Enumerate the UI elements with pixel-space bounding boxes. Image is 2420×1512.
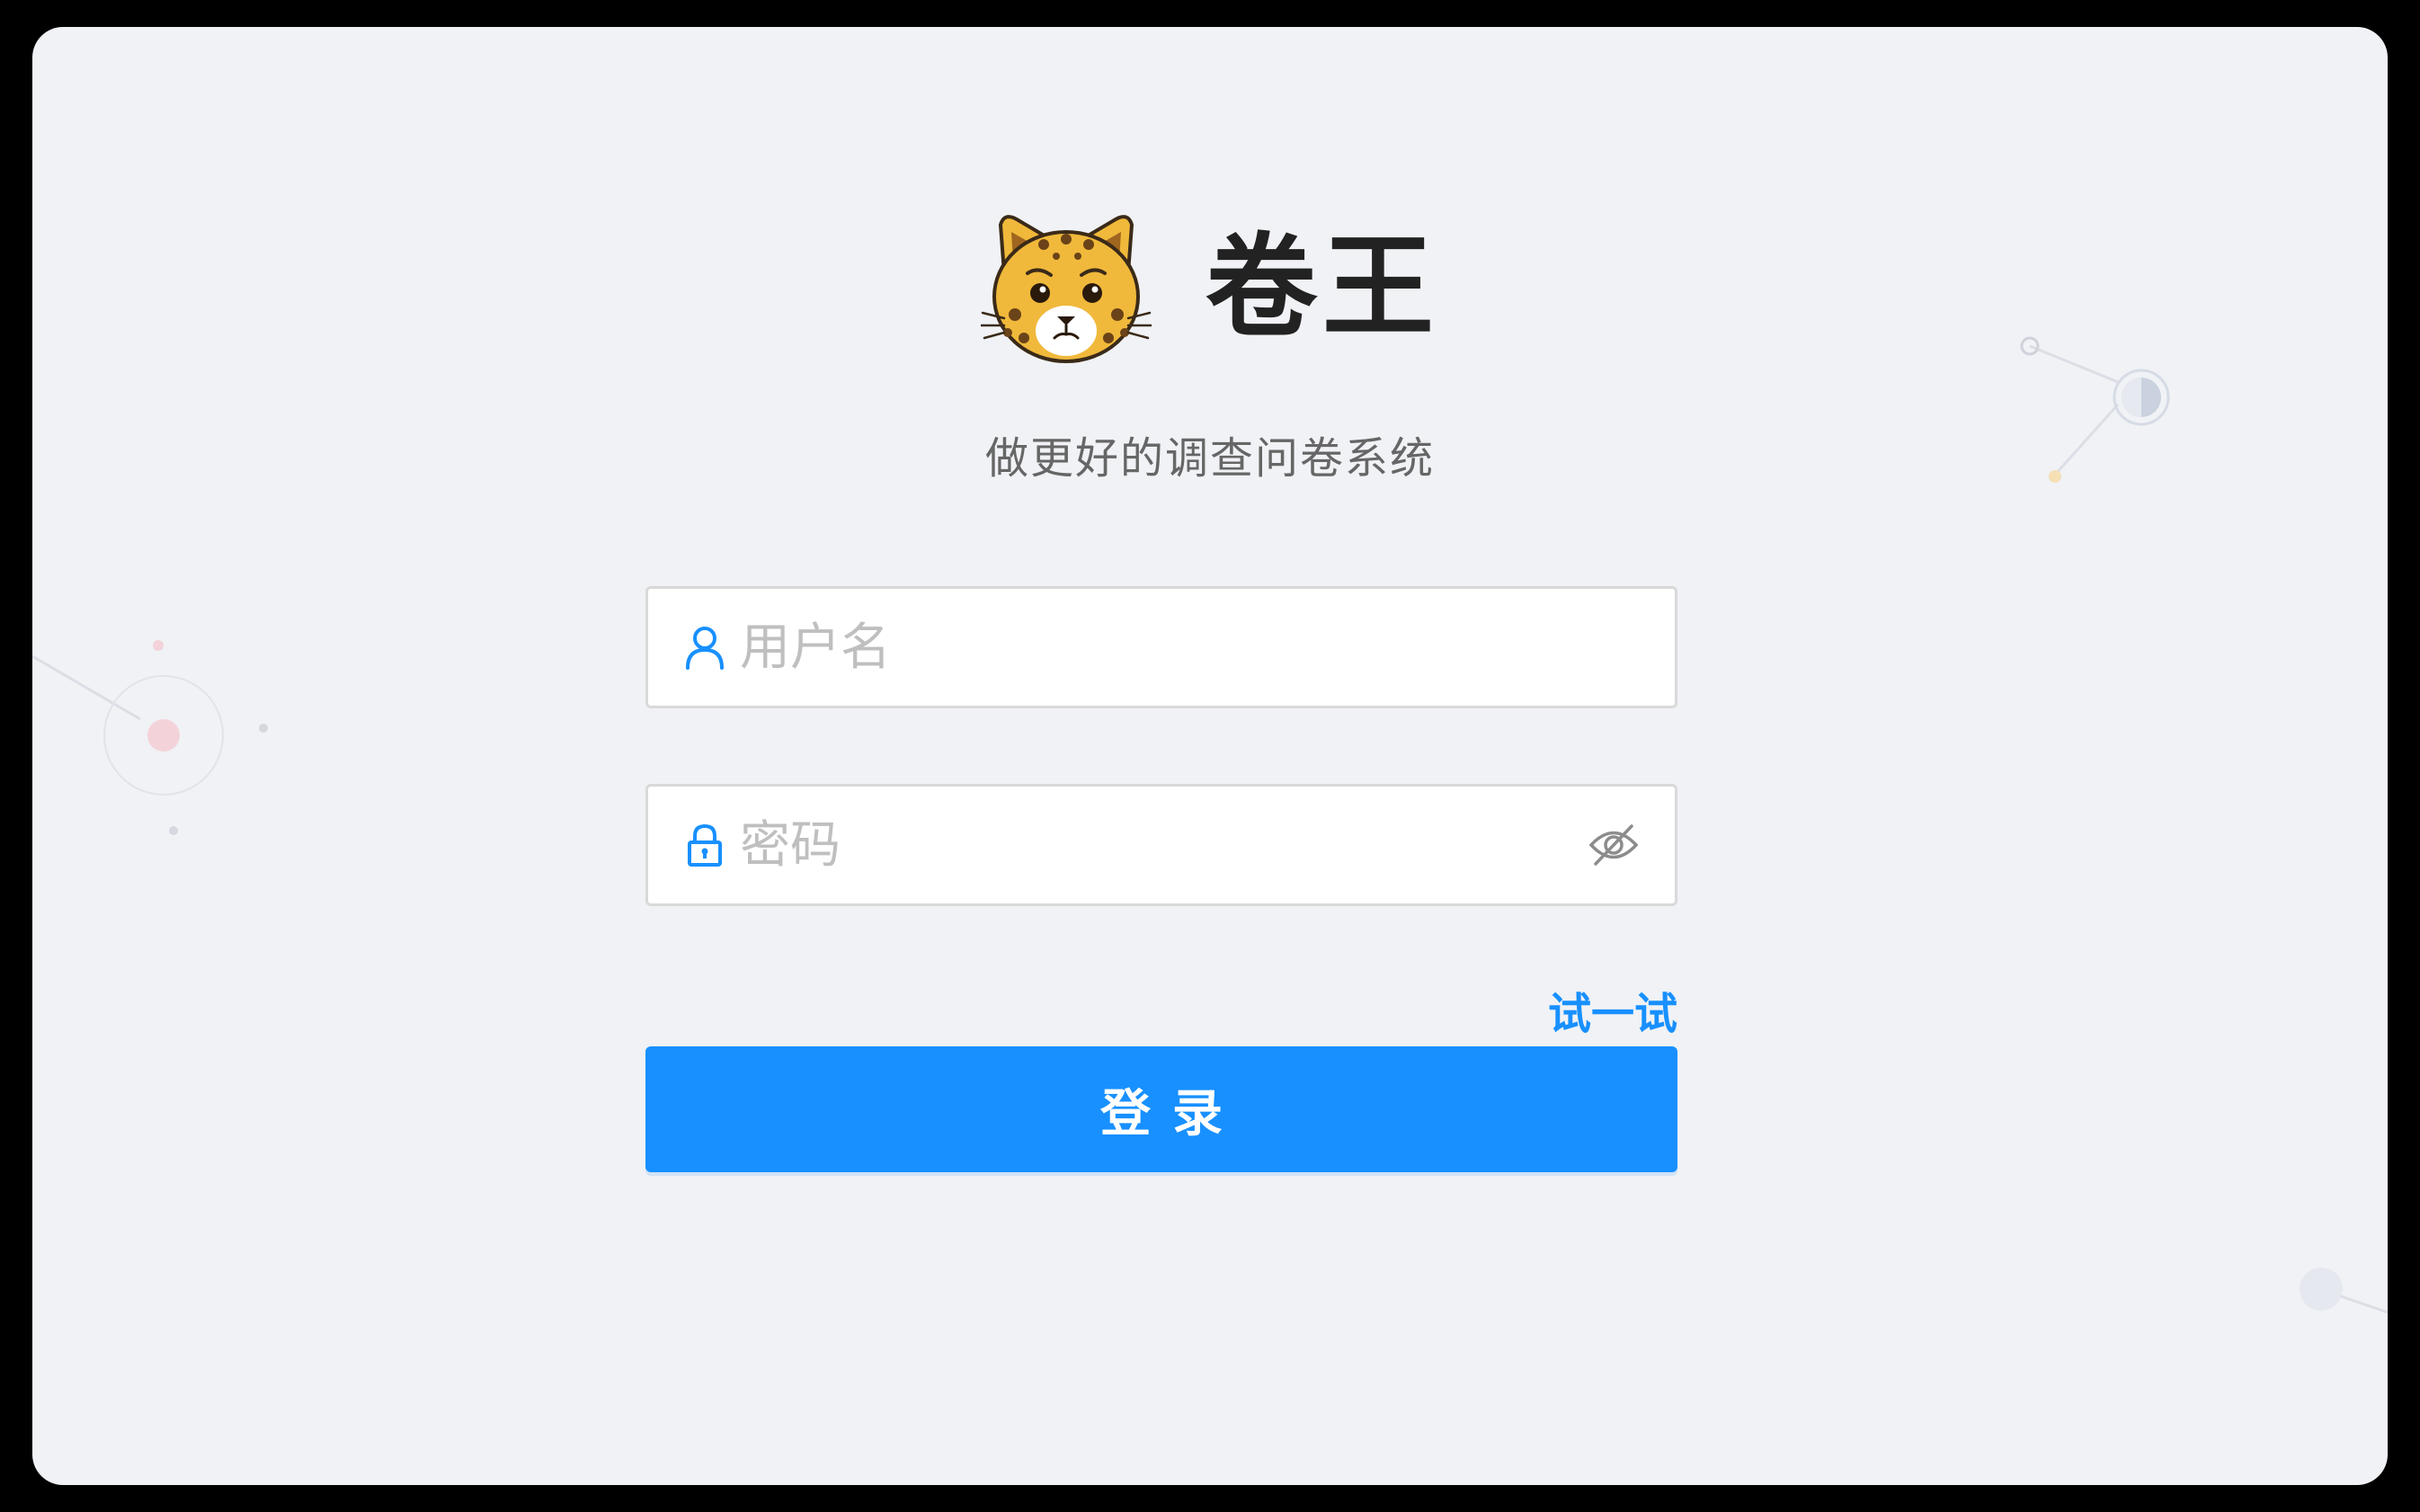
bottom-right-decoration — [2300, 1267, 2388, 1314]
eye-slash-icon[interactable] — [1588, 820, 1639, 870]
user-icon — [684, 625, 725, 670]
login-button[interactable]: 登录 — [645, 1046, 1677, 1172]
left-node-decoration — [32, 640, 268, 835]
brand-header: 卷王 — [32, 207, 2388, 369]
leopard-face-logo — [980, 215, 1152, 363]
password-field[interactable] — [645, 784, 1677, 906]
login-form: 试一试 登录 — [645, 586, 1677, 1172]
username-input[interactable] — [738, 588, 1675, 707]
try-row: 试一试 — [645, 987, 1677, 1041]
lock-icon — [684, 823, 725, 867]
app-title: 卷王 — [1205, 223, 1439, 352]
username-field[interactable] — [645, 586, 1677, 708]
password-input[interactable] — [738, 786, 1588, 904]
try-it-link[interactable]: 试一试 — [1548, 989, 1677, 1039]
login-window: 卷王 做更好的调查问卷系统 用户名 试一试 登录 — [32, 27, 2388, 1485]
app-slogan: 做更好的调查问卷系统 — [984, 433, 1435, 484]
